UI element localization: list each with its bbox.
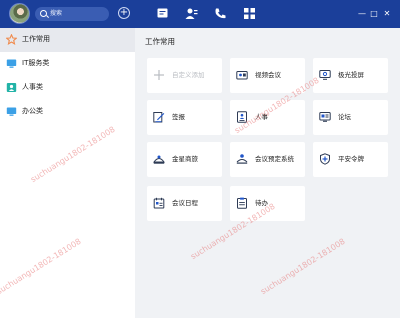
card-meeting-schedule[interactable]: 会议日程 [147,186,222,221]
contacts-icon[interactable] [185,7,198,20]
card-label: 签报 [172,113,185,121]
sidebar-item-office[interactable]: 办公类 [0,100,135,124]
card-screen-cast[interactable]: 极光投屏 [313,58,388,93]
forum-icon [319,111,331,123]
shield-token-icon [319,153,331,165]
message-icon[interactable] [156,7,169,20]
monitor-icon [6,58,17,69]
section-title: 工作常用 [145,37,175,46]
travel-icon [153,153,165,165]
sidebar-item-label: 人事类 [22,83,43,91]
card-sign-report[interactable]: 签报 [147,100,222,135]
card-hr[interactable]: 人事 [230,100,305,135]
card-label: 论坛 [338,113,351,121]
search-placeholder: 搜索 [50,10,63,17]
sidebar-item-it-service[interactable]: IT服务类 [0,52,135,76]
search-icon [40,10,47,17]
search-box[interactable]: 搜索 [35,7,109,21]
monitor-icon [6,106,17,117]
maximize-button[interactable]: □ [369,9,379,19]
screen-cast-icon [319,69,331,81]
sidebar-item-label: 工作常用 [22,35,50,43]
card-forum[interactable]: 论坛 [313,100,388,135]
calendar-icon [153,197,165,209]
star-icon [6,34,17,45]
grid-apps-icon[interactable] [243,7,256,20]
video-icon [236,69,248,81]
sign-pen-icon [153,111,165,123]
minimize-button[interactable]: — [357,9,367,19]
card-video-meeting[interactable]: 视频会议 [230,58,305,93]
person-card-icon [6,82,17,93]
card-label: 极光投屏 [338,71,364,79]
card-label: 会议预定系统 [255,155,294,163]
card-custom-add[interactable]: 自定义添加 [147,58,222,93]
plus-icon [153,69,165,81]
card-label: 待办 [255,199,268,207]
card-pingan-token[interactable]: 平安令牌 [313,142,388,177]
meeting-room-icon [236,153,248,165]
card-label: 人事 [255,113,268,121]
sidebar-item-work-common[interactable]: 工作常用 [0,28,135,52]
card-meeting-booking[interactable]: 会议预定系统 [230,142,305,177]
card-label: 平安令牌 [338,155,364,163]
card-label: 自定义添加 [172,71,205,79]
sidebar-item-label: IT服务类 [22,59,50,67]
avatar[interactable] [9,3,30,24]
card-label: 视频会议 [255,71,281,79]
sidebar-item-label: 办公类 [22,107,43,115]
card-todo[interactable]: 待办 [230,186,305,221]
todo-icon [236,197,248,209]
phone-icon[interactable] [214,7,227,20]
person-doc-icon [236,111,248,123]
card-label: 金星商旅 [172,155,198,163]
card-label: 会议日程 [172,199,198,207]
card-jinxing-travel[interactable]: 金星商旅 [147,142,222,177]
sidebar-item-hr[interactable]: 人事类 [0,76,135,100]
close-button[interactable]: ✕ [382,9,392,19]
add-button[interactable]: + [118,7,130,19]
